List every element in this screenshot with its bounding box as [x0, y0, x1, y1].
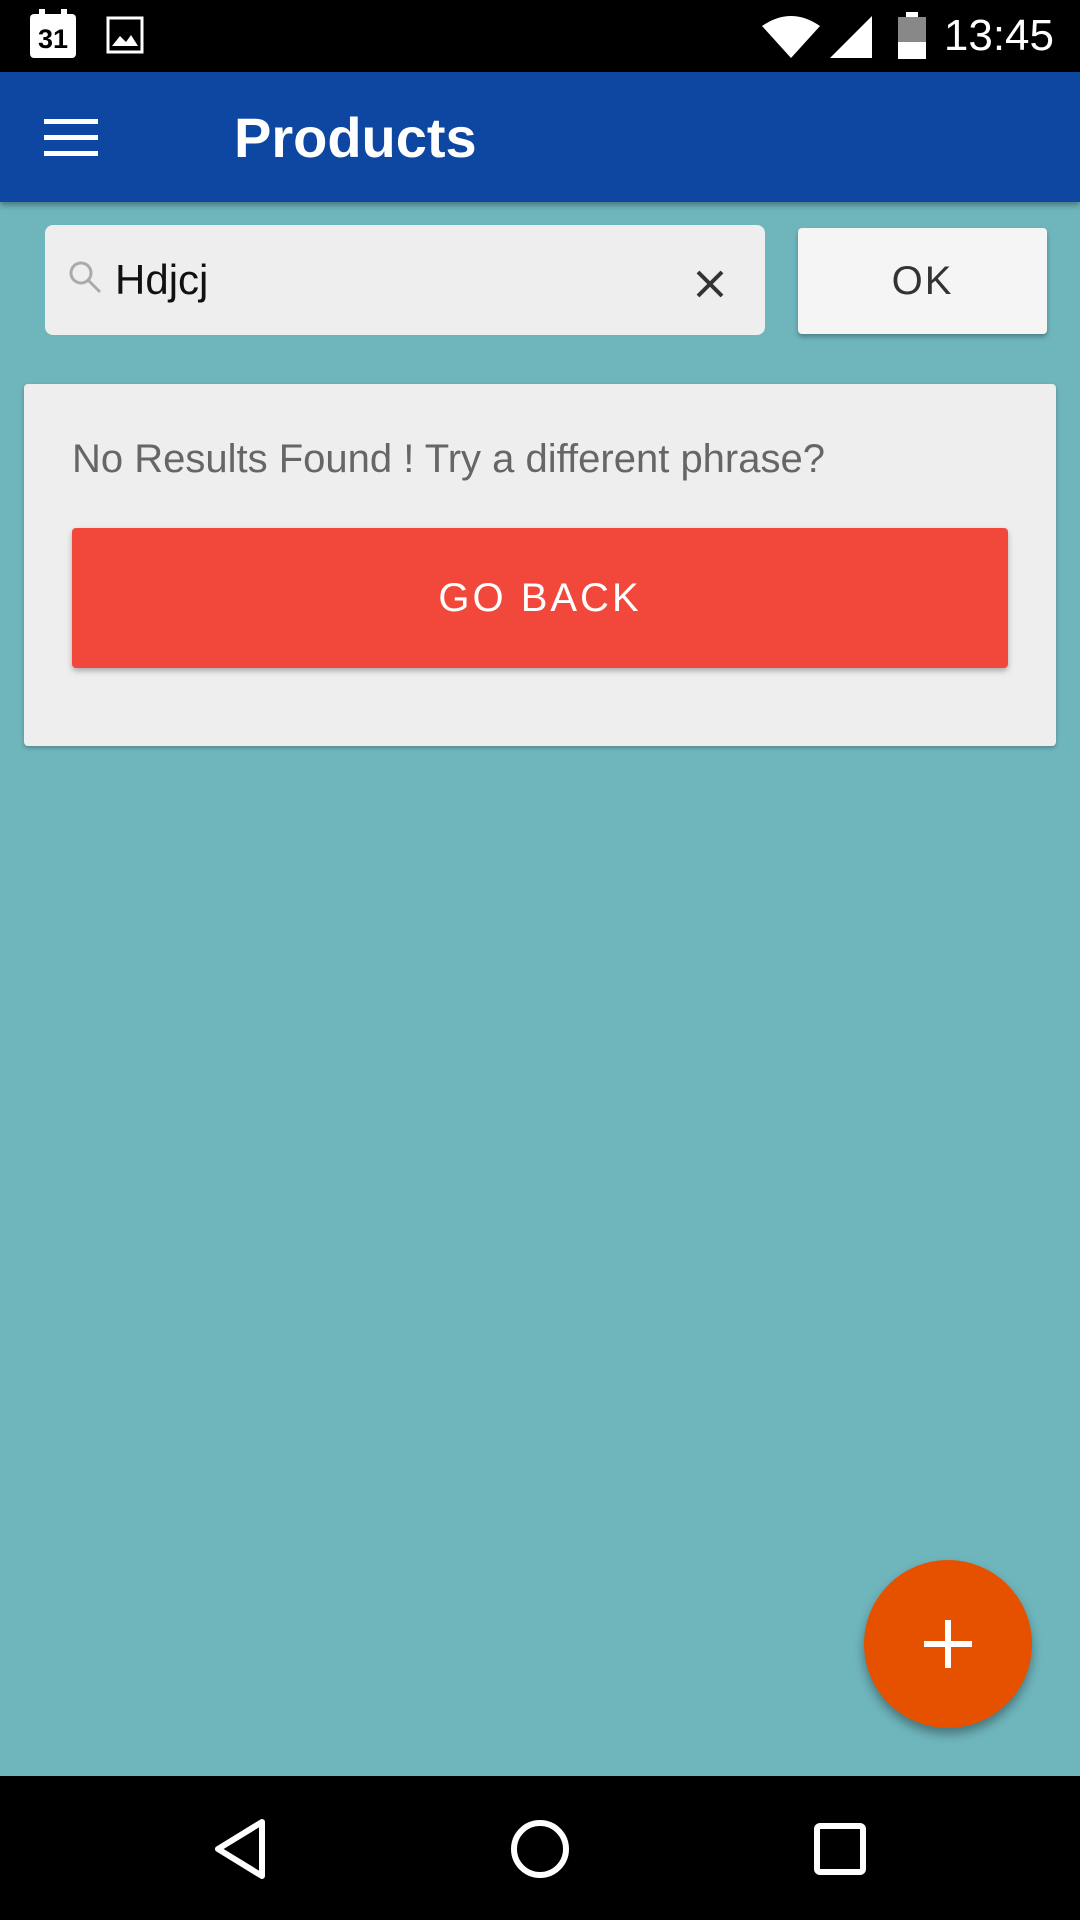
add-fab-button[interactable]	[864, 1560, 1032, 1728]
wifi-icon	[762, 16, 820, 58]
page-title: Products	[234, 106, 477, 169]
signal-icon	[830, 16, 872, 58]
calendar-icon: 31	[30, 9, 76, 58]
back-icon[interactable]	[196, 1804, 286, 1894]
app-bar: Products	[0, 72, 1080, 202]
go-back-button[interactable]: GO BACK	[72, 528, 1008, 668]
result-card: No Results Found ! Try a different phras…	[24, 384, 1056, 746]
hamburger-menu-icon[interactable]	[26, 102, 116, 172]
status-clock: 13:45	[943, 11, 1054, 60]
gallery-icon	[106, 16, 144, 54]
ok-button[interactable]: OK	[798, 228, 1047, 334]
no-results-message: No Results Found ! Try a different phras…	[72, 437, 825, 481]
calendar-day: 31	[37, 24, 69, 54]
search-icon	[69, 261, 102, 294]
system-nav-bar	[0, 1776, 1080, 1920]
battery-icon	[898, 12, 926, 59]
status-bar: 31 13:45	[0, 0, 1080, 72]
recent-apps-icon[interactable]	[795, 1804, 885, 1894]
search-box[interactable]	[45, 225, 765, 335]
search-input[interactable]	[111, 243, 671, 317]
home-icon[interactable]	[495, 1804, 585, 1894]
close-icon[interactable]	[680, 254, 740, 314]
